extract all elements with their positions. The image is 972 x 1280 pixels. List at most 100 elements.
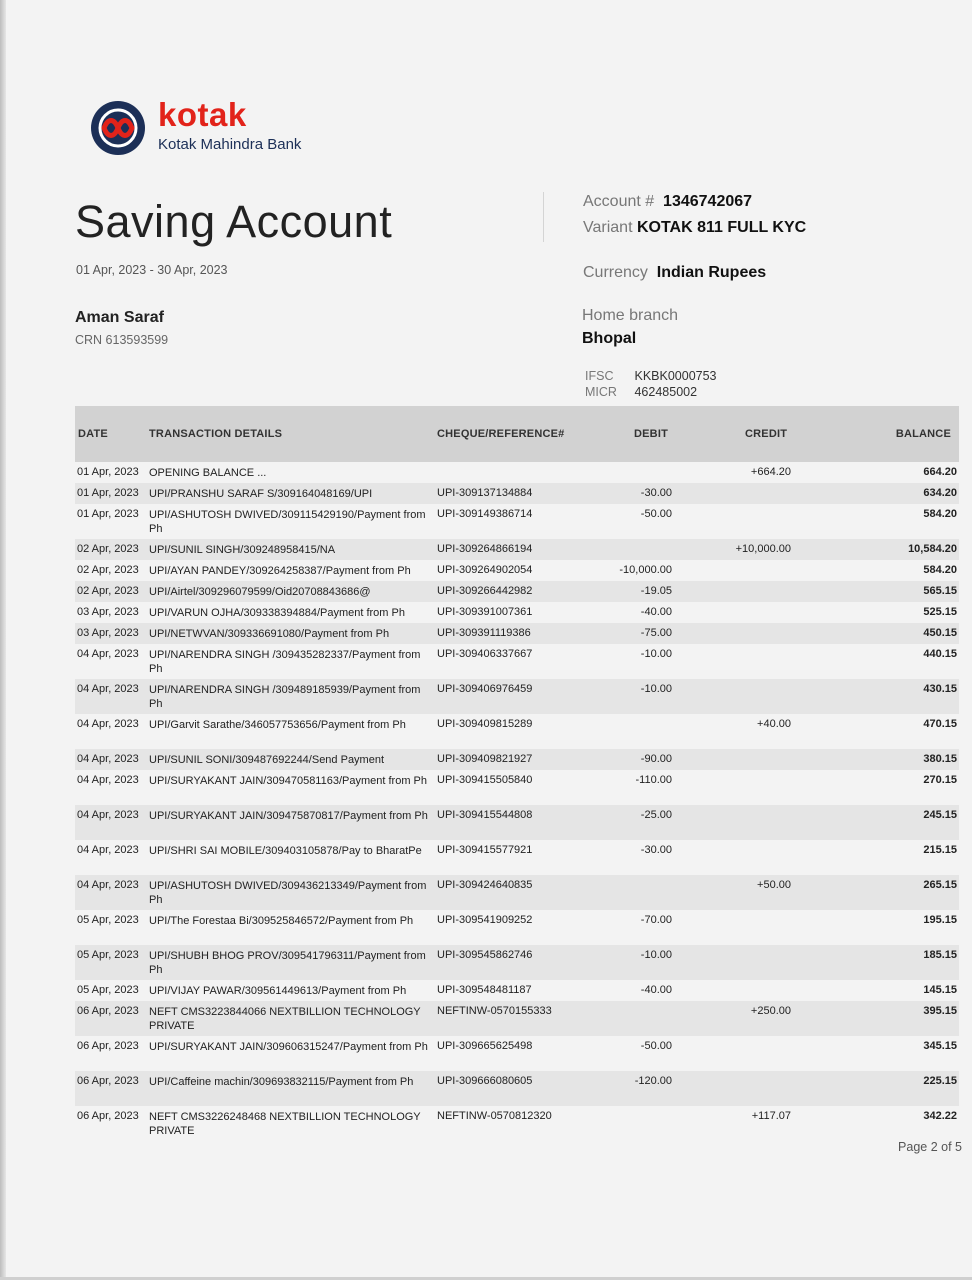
- row-date: 03 Apr, 2023: [77, 606, 139, 618]
- table-row: 06 Apr, 2023 UPI/SURYAKANT JAIN/309606315…: [75, 1036, 959, 1071]
- row-credit: +664.20: [750, 466, 791, 478]
- row-details: UPI/VIJAY PAWAR/309561449613/Payment fro…: [149, 985, 407, 997]
- row-balance: 270.15: [923, 774, 957, 786]
- row-date: 01 Apr, 2023: [77, 466, 139, 478]
- header-date: DATE: [78, 428, 108, 440]
- row-date: 04 Apr, 2023: [77, 774, 139, 786]
- currency-line: Currency Indian Rupees: [583, 264, 766, 282]
- row-details: UPI/The Forestaa Bi/309525846572/Payment…: [149, 915, 414, 927]
- row-balance: 470.15: [923, 718, 957, 730]
- micr-value: 462485002: [634, 385, 698, 399]
- micr-label: MICR: [585, 385, 617, 399]
- row-details: UPI/Caffeine machin/309693832115/Payment…: [149, 1076, 414, 1088]
- row-reference: UPI-309149386714: [437, 508, 533, 520]
- row-credit: +50.00: [757, 879, 791, 891]
- currency-value: Indian Rupees: [656, 264, 767, 281]
- row-details: UPI/SUNIL SINGH/309248958415/NA: [149, 544, 336, 556]
- row-balance: 664.20: [923, 466, 957, 478]
- row-credit: +40.00: [757, 718, 791, 730]
- row-credit: +250.00: [750, 1005, 791, 1017]
- transactions-table-body: 01 Apr, 2023 OPENING BALANCE ... +664.20 66…: [75, 462, 959, 1141]
- home-branch-label: Home branch: [582, 307, 679, 324]
- row-reference: UPI-309424640835: [437, 879, 533, 891]
- row-debit: -19.05: [640, 585, 672, 597]
- table-row: 04 Apr, 2023 UPI/Garvit Sarathe/346057753…: [75, 714, 959, 749]
- header-details: TRANSACTION DETAILS: [149, 428, 283, 440]
- row-credit: +117.07: [751, 1110, 791, 1122]
- home-branch-value: Bhopal: [582, 330, 637, 347]
- row-debit: -90.00: [640, 753, 672, 765]
- table-row: 04 Apr, 2023 UPI/SURYAKANT JAIN/309475870…: [75, 805, 959, 840]
- table-row: 06 Apr, 2023 NEFT CMS3223844066 NEXTBILLI…: [75, 1001, 959, 1036]
- row-date: 06 Apr, 2023: [77, 1110, 139, 1122]
- row-date: 04 Apr, 2023: [77, 809, 139, 821]
- logo-wordmark: kotak: [158, 96, 247, 133]
- account-number-line: Account # 1346742067: [583, 193, 752, 211]
- row-reference: UPI-309545862746: [437, 949, 533, 961]
- row-details: UPI/Airtel/309296079599/Oid20708843686@: [149, 586, 371, 598]
- row-debit: -10.00: [640, 683, 672, 695]
- row-date: 04 Apr, 2023: [77, 844, 139, 856]
- row-details: OPENING BALANCE ...: [149, 467, 267, 479]
- row-debit: -50.00: [640, 1040, 672, 1052]
- row-balance: 380.15: [923, 753, 957, 765]
- row-details: UPI/SHRI SAI MOBILE/309403105878/Pay to …: [149, 845, 422, 857]
- kotak-logo: kotak Kotak Mahindra Bank: [90, 96, 330, 160]
- transactions-table-header: DATE TRANSACTION DETAILS CHEQUE/REFERENC…: [75, 406, 959, 462]
- row-reference: UPI-309548481187: [437, 984, 532, 996]
- row-balance: 10,584.20: [908, 543, 957, 555]
- row-date: 04 Apr, 2023: [77, 683, 139, 695]
- row-date: 03 Apr, 2023: [77, 627, 139, 639]
- table-row: 01 Apr, 2023 UPI/PRANSHU SARAF S/30916404…: [75, 483, 959, 504]
- table-row: 04 Apr, 2023 UPI/ASHUTOSH DWIVED/30943621…: [75, 875, 959, 910]
- table-row: 02 Apr, 2023 UPI/AYAN PANDEY/309264258387…: [75, 560, 959, 581]
- row-details: UPI/SURYAKANT JAIN/309470581163/Payment …: [149, 775, 427, 787]
- row-date: 05 Apr, 2023: [77, 914, 139, 926]
- row-debit: -40.00: [640, 606, 672, 618]
- table-row: 02 Apr, 2023 UPI/Airtel/309296079599/Oid2…: [75, 581, 959, 602]
- row-debit: -40.00: [640, 984, 672, 996]
- customer-crn: CRN 613593599: [75, 333, 169, 347]
- row-debit: -10.00: [640, 648, 672, 660]
- row-date: 01 Apr, 2023: [77, 508, 139, 520]
- row-date: 05 Apr, 2023: [77, 984, 139, 996]
- row-reference: UPI-309137134884: [437, 487, 533, 499]
- table-row: 03 Apr, 2023 UPI/NETWVAN/309336691080/Pay…: [75, 623, 959, 644]
- row-debit: -25.00: [640, 809, 672, 821]
- header-reference: CHEQUE/REFERENCE#: [437, 428, 565, 440]
- row-date: 05 Apr, 2023: [77, 949, 139, 961]
- row-date: 02 Apr, 2023: [77, 585, 139, 597]
- table-row: 04 Apr, 2023 UPI/SURYAKANT JAIN/309470581…: [75, 770, 959, 805]
- row-details: NEFT CMS3223844066 NEXTBILLION TECHNOLOG…: [149, 1006, 421, 1032]
- row-debit: -110.00: [635, 774, 673, 786]
- table-row: 04 Apr, 2023 UPI/SUNIL SONI/309487692244/…: [75, 749, 959, 770]
- row-details: UPI/ASHUTOSH DWIVED/309115429190/Payment…: [149, 509, 426, 535]
- row-balance: 225.15: [923, 1075, 957, 1087]
- account-number-value: 1346742067: [663, 193, 753, 210]
- row-balance: 185.15: [923, 949, 957, 961]
- variant-line: Variant KOTAK 811 FULL KYC: [583, 219, 806, 237]
- row-reference: UPI-309406337667: [437, 648, 533, 660]
- table-row: 01 Apr, 2023 OPENING BALANCE ... +664.20 66…: [75, 462, 959, 483]
- row-balance: 584.20: [923, 508, 957, 520]
- row-date: 04 Apr, 2023: [77, 753, 139, 765]
- row-reference: UPI-309415544808: [437, 809, 533, 821]
- variant-label: Variant: [583, 219, 633, 236]
- row-reference: UPI-309406976459: [437, 683, 533, 695]
- row-reference: UPI-309665625498: [437, 1040, 533, 1052]
- row-balance: 265.15: [923, 879, 957, 891]
- account-number-label: Account #: [583, 193, 655, 210]
- row-reference: UPI-309415577921: [437, 844, 533, 856]
- row-reference: UPI-309409821927: [437, 753, 533, 765]
- currency-label: Currency: [583, 264, 648, 281]
- table-row: 05 Apr, 2023 UPI/SHUBH BHOG PROV/30954179…: [75, 945, 959, 980]
- row-balance: 440.15: [923, 648, 957, 660]
- row-details: UPI/SUNIL SONI/309487692244/Send Payment: [149, 754, 385, 766]
- row-debit: -30.00: [640, 844, 672, 856]
- row-reference: UPI-309415505840: [437, 774, 533, 786]
- row-date: 06 Apr, 2023: [77, 1040, 139, 1052]
- row-balance: 450.15: [923, 627, 957, 639]
- row-reference: UPI-309666080605: [437, 1075, 533, 1087]
- row-balance: 215.15: [923, 844, 957, 856]
- row-date: 02 Apr, 2023: [77, 543, 139, 555]
